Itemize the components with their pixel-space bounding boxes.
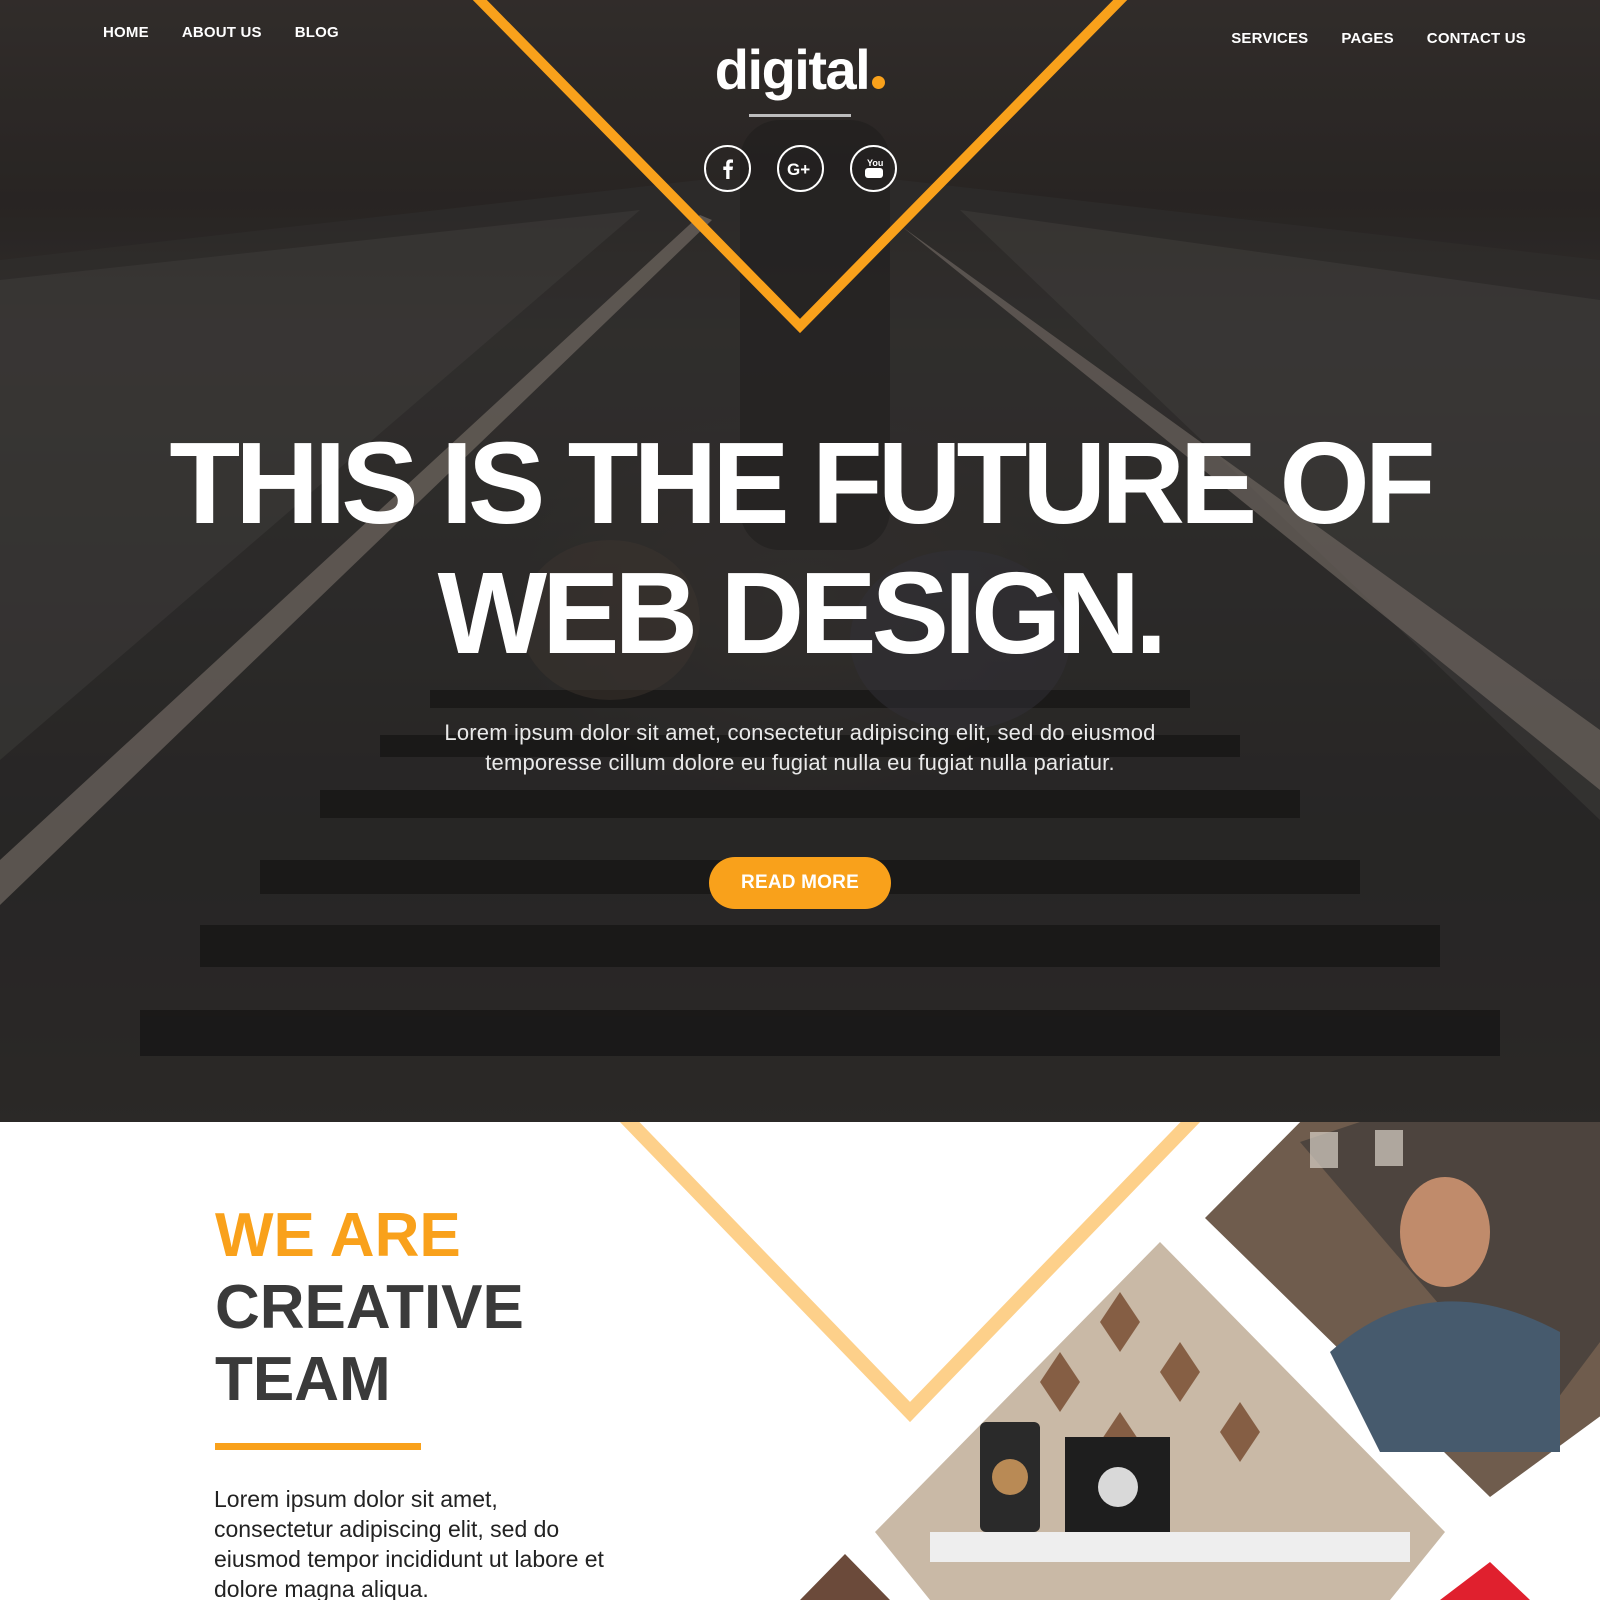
logo-dot xyxy=(872,76,886,89)
about-divider xyxy=(215,1443,421,1450)
hero-description-line1: Lorem ipsum dolor sit amet, consectetur … xyxy=(444,720,1156,745)
google-plus-icon[interactable]: G+ xyxy=(777,145,824,192)
about-title-accent: WE ARE xyxy=(215,1201,461,1270)
hero-headline-line2: WEB DESIGN. xyxy=(437,548,1168,678)
hero-section: HOME ABOUT US BLOG SERVICES PAGES CONTAC… xyxy=(0,0,1600,1122)
about-section: WE ARE CREATIVE TEAM Lorem ipsum dolor s… xyxy=(0,1122,1600,1600)
about-title: WE ARE CREATIVE TEAM xyxy=(215,1200,524,1416)
svg-text:You: You xyxy=(867,158,883,168)
about-title-line3: TEAM xyxy=(215,1345,391,1414)
svg-text:G+: G+ xyxy=(787,160,810,179)
read-more-button[interactable]: READ MORE xyxy=(709,857,891,909)
youtube-icon[interactable]: You xyxy=(850,145,897,192)
logo-underline xyxy=(749,114,851,117)
hero-headline: THIS IS THE FUTURE OF WEB DESIGN. xyxy=(0,418,1600,678)
hero-headline-line1: THIS IS THE FUTURE OF xyxy=(169,418,1435,548)
site-logo[interactable]: digital xyxy=(0,36,1600,104)
collage-photo-sliver-left xyxy=(800,1554,890,1600)
collage-photo-sliver-right xyxy=(1440,1562,1530,1600)
about-description: Lorem ipsum dolor sit amet, consectetur … xyxy=(214,1486,604,1600)
about-title-line2: CREATIVE xyxy=(215,1273,524,1342)
facebook-icon[interactable] xyxy=(704,145,751,192)
social-links: G+ You xyxy=(704,145,897,192)
hero-description: Lorem ipsum dolor sit amet, consectetur … xyxy=(0,718,1600,778)
hero-description-line2: temporesse cillum dolore eu fugiat nulla… xyxy=(485,750,1115,775)
logo-text: digital xyxy=(714,38,871,101)
